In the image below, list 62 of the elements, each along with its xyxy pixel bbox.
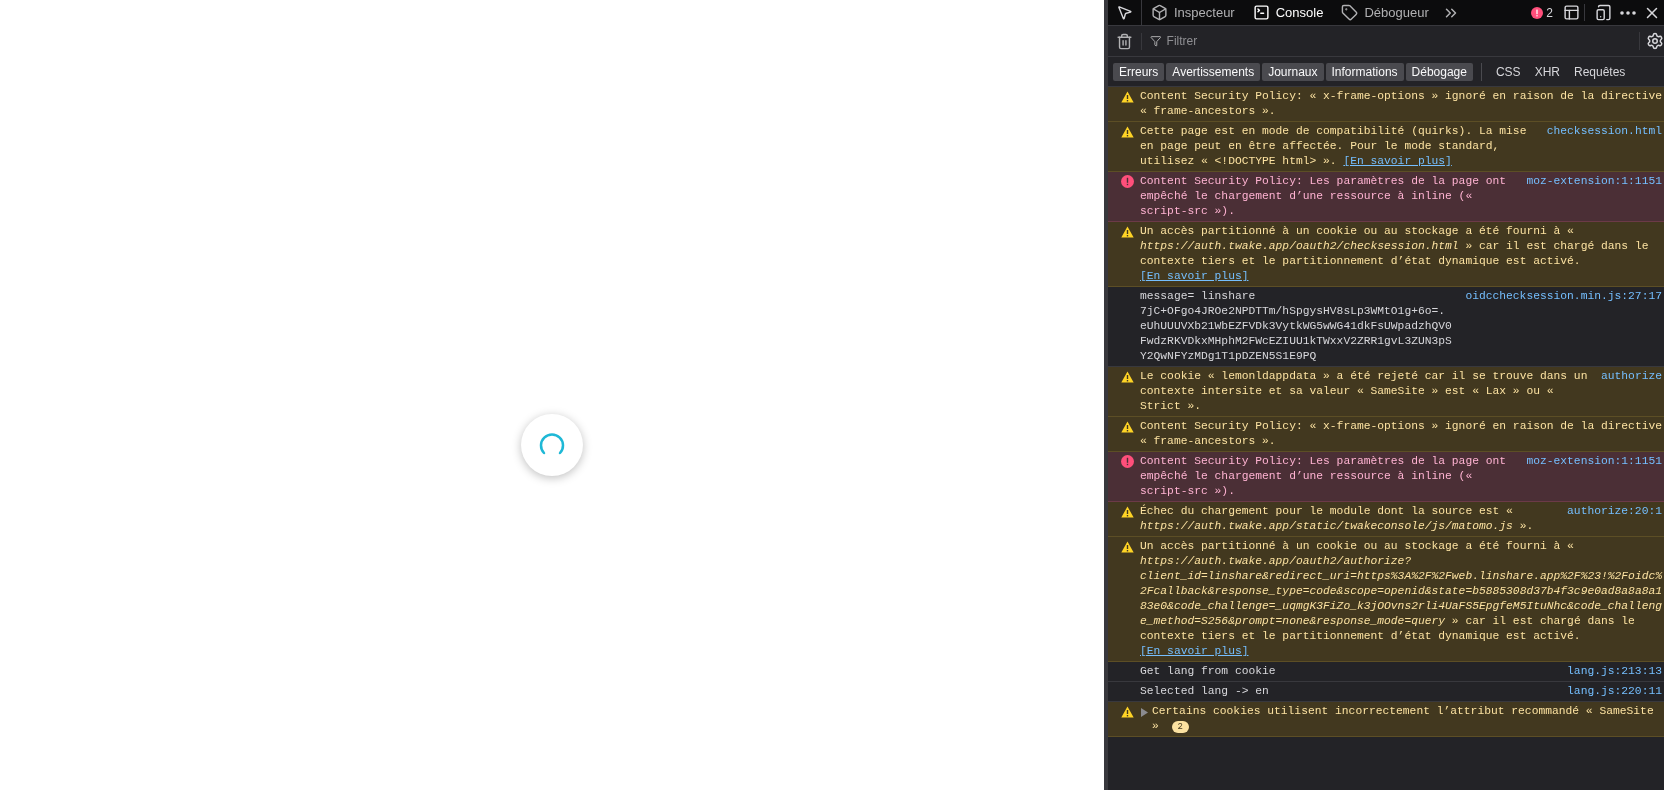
loading-spinner xyxy=(521,414,583,476)
error-icon xyxy=(1120,175,1134,188)
devtools-tab[interactable]: Inspecteur xyxy=(1142,0,1244,25)
devtools-tab[interactable]: Console xyxy=(1243,0,1333,25)
terminal-icon xyxy=(1252,4,1270,21)
frame-icon xyxy=(1151,4,1168,21)
console-message: Cette page est en mode de compatibilité (quirks). La mise en page peut en être affectée. Pour le mode standard, utilisez « <!DOCTYPE html> ». [En savoir plus] xyxy=(1140,124,1528,169)
message-count: 2 xyxy=(1171,721,1189,733)
category-filter-button[interactable]: Requêtes xyxy=(1568,62,1632,81)
console-message: message= linshare 7jC+OFgo4JROe2NPDTTm/hSpgysHV8sLp3WMtO1g+6o=. eUhUUUVXb21WbEZFVDk3VytkWG5wWG41dkFsUWpadzhQV0FwdzRKVDkxMHphM2FWcEZIUU1kTWxxV2ZRR1gvL3ZUN3pSY2QwNFYzMDg1T1pDZEN5S1E9PQ xyxy=(1140,289,1453,364)
console-message: Un accès partitionné à un cookie ou au stockage a été fourni à « https://auth.twake.app/oauth2/checksession.html » car il est chargé dans le contexte tiers et le partitionnement d’état dynamique est activé. [En savoir plus] xyxy=(1140,224,1650,284)
console-message: Content Security Policy: « x-frame-options » ignoré en raison de la directive « frame-ancestors ». xyxy=(1140,89,1662,119)
source-link[interactable]: lang.js:213:13 xyxy=(1563,664,1662,679)
source-link[interactable]: authorize xyxy=(1597,369,1662,414)
level-filter-button[interactable]: Journaux xyxy=(1262,62,1324,81)
tag-icon xyxy=(1341,4,1359,21)
console-message: Selected lang -> en xyxy=(1140,684,1270,699)
settings-icon xyxy=(1646,32,1664,50)
error-icon xyxy=(1531,6,1544,19)
console-message: Un accès partitionné à un cookie ou au stockage a été fourni à « https://auth.twake.app/oauth2/authorize?client_id=linshare&redirect_uri=https%3A%2F%2Fweb.linshare.app%2F%23!%2Foidc%2Fcallback&response_type=code&scope=openid&state=b5885308d37b4f3c9e0ad8a8a8a183e0&code_challenge=_uqmgK3FiZo_k3jOOvns2rli4UaFS5EpgfeM5ItuNhc&code_challenge_method=S256&prompt=none&response_mode=query » car il est chargé dans le contexte tiers et le partitionnement d’état dynamique est activé. [En savoir plus] xyxy=(1140,539,1662,659)
filter-field[interactable]: Filtrer xyxy=(1166,32,1631,50)
source-link[interactable]: moz-extension:1:1151 xyxy=(1522,454,1662,499)
level-filter-button[interactable]: Informations xyxy=(1325,62,1404,81)
console-message: Content Security Policy: « x-frame-options » ignoré en raison de la directive « frame-ancestors ». xyxy=(1140,419,1662,449)
filter-icon xyxy=(1150,35,1162,47)
warning-icon xyxy=(1120,126,1134,138)
console-message: Certains cookies utilisent incorrectement l’attribut recommandé « SameSite » 2 xyxy=(1152,704,1655,734)
warning-icon xyxy=(1120,421,1134,433)
expand-arrow-icon[interactable] xyxy=(1140,708,1148,717)
source-link[interactable]: moz-extension:1:1151 xyxy=(1522,174,1662,219)
console-message: Content Security Policy: Les paramètres de la page ont empêché le chargement d’une ressource à inline (« script-src »). xyxy=(1140,174,1508,219)
warning-icon xyxy=(1120,541,1134,553)
category-filter-button[interactable]: XHR xyxy=(1528,62,1566,81)
learn-more-link[interactable]: [En savoir plus] xyxy=(1140,645,1249,657)
level-filter-button[interactable]: Débogage xyxy=(1405,62,1473,81)
console-message: Content Security Policy: Les paramètres de la page ont empêché le chargement d’une ressource à inline (« script-src »). xyxy=(1140,454,1508,499)
warning-icon xyxy=(1120,91,1134,103)
devtools-tab[interactable]: Débogueur xyxy=(1332,0,1438,25)
cursor-icon xyxy=(1116,4,1133,21)
warning-icon xyxy=(1120,371,1134,383)
error-count[interactable]: 2 xyxy=(1531,3,1553,22)
layout-icon xyxy=(1563,4,1580,21)
warning-icon xyxy=(1120,226,1134,238)
source-link[interactable]: authorize:20:1 xyxy=(1563,504,1662,534)
more-icon xyxy=(1620,10,1636,15)
category-filter-button[interactable]: CSS xyxy=(1489,62,1527,81)
warning-icon xyxy=(1120,706,1134,718)
source-link[interactable]: lang.js:220:11 xyxy=(1563,684,1662,699)
devices-icon xyxy=(1595,4,1612,21)
level-filter-button[interactable]: Erreurs xyxy=(1113,62,1165,81)
settings-button[interactable] xyxy=(1639,32,1664,50)
source-link[interactable]: oidcchecksession.min.js:27:17 xyxy=(1461,289,1662,364)
console-message: Échec du chargement pour le module dont la source est « https://auth.twake.app/static/twakeconsole/js/matomo.js ». xyxy=(1140,504,1535,534)
trash-icon xyxy=(1116,32,1133,50)
learn-more-link[interactable]: [En savoir plus] xyxy=(1140,270,1249,282)
warning-icon xyxy=(1120,506,1134,518)
console-message: Le cookie « lemonldappdata » a été rejeté car il se trouve dans un contexte intersite et sa valeur « SameSite » est « Lax » ou « Strict ». xyxy=(1140,369,1589,414)
console-message: Get lang from cookie xyxy=(1140,664,1277,679)
level-filter-button[interactable]: Avertissements xyxy=(1166,62,1261,81)
source-link[interactable]: checksession.html xyxy=(1542,124,1662,169)
error-icon xyxy=(1120,455,1134,468)
learn-more-link[interactable]: [En savoir plus] xyxy=(1343,155,1452,167)
